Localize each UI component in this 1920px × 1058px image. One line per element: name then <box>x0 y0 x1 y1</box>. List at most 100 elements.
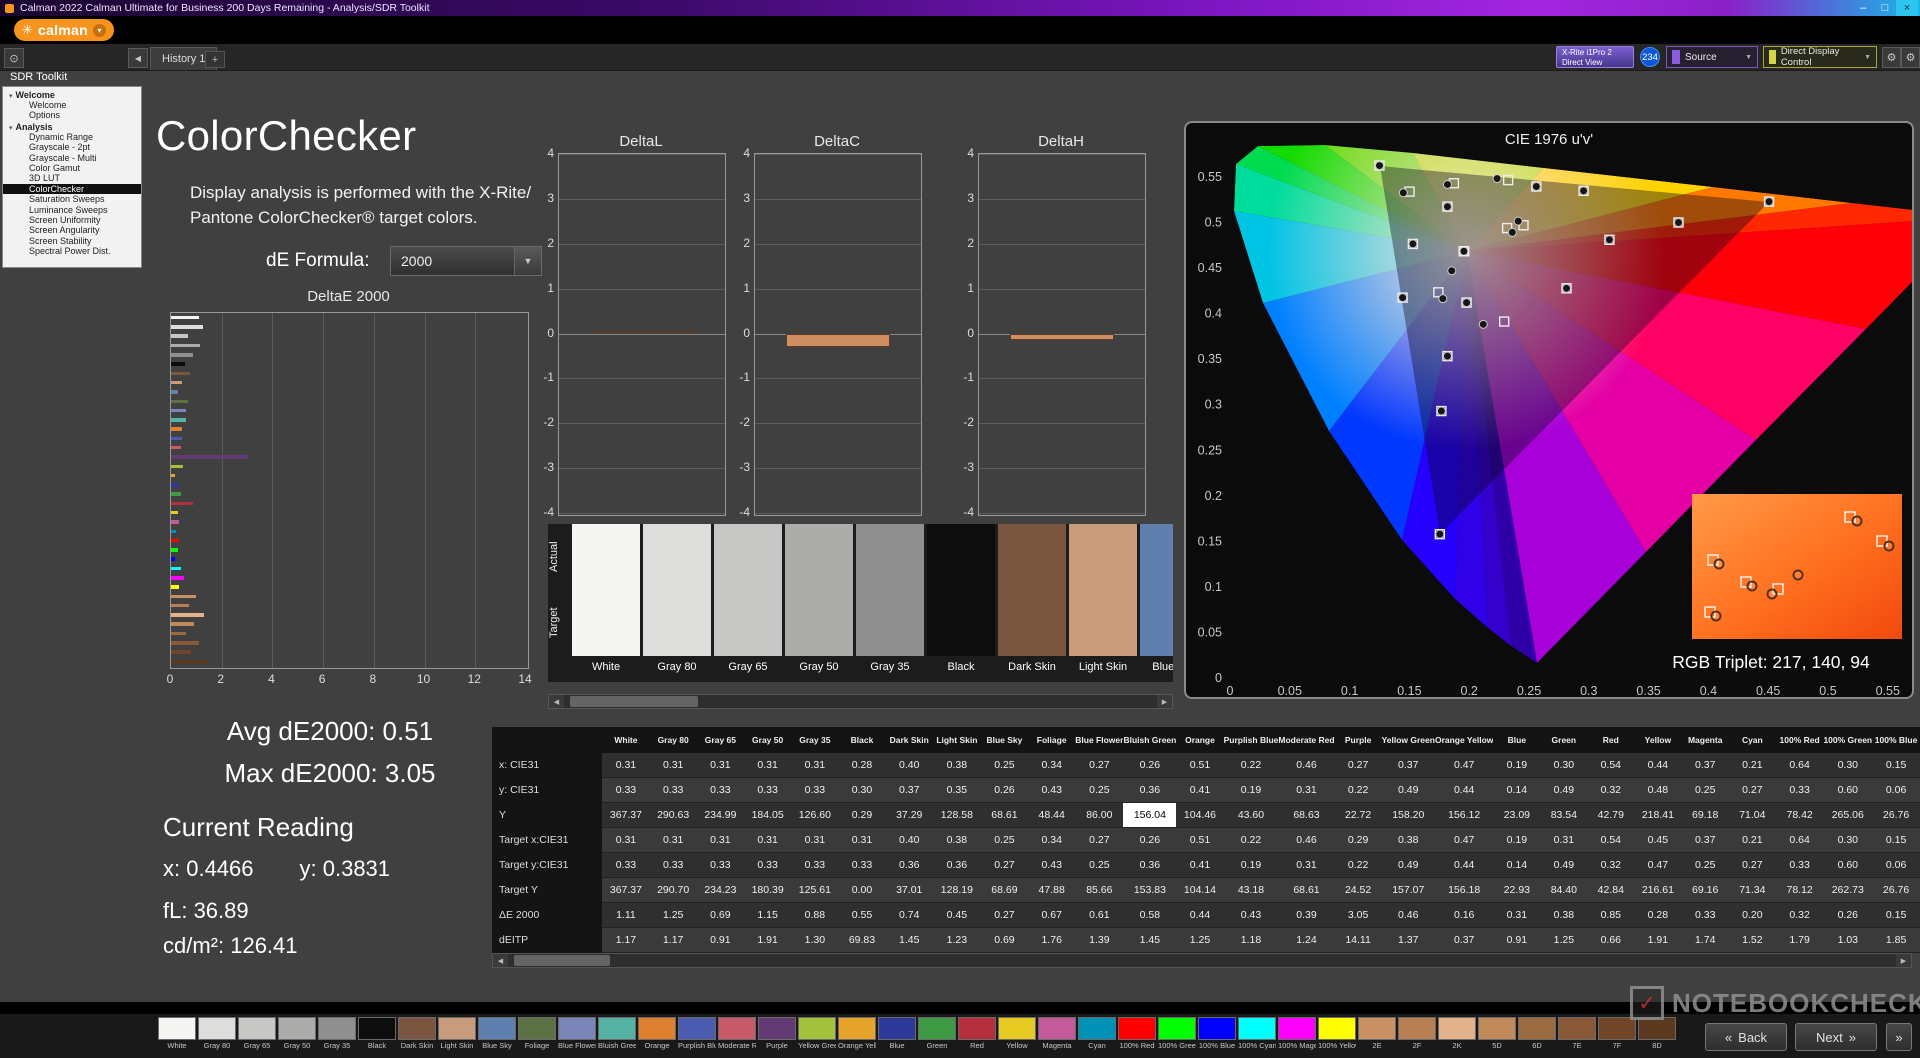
patch-button-100-cyan[interactable]: 100% Cyan <box>1238 1017 1276 1050</box>
swatch-gray-65[interactable]: Gray 65 <box>714 524 782 680</box>
patch-button-7f[interactable]: 7F <box>1598 1017 1636 1050</box>
settings-gear-icon[interactable]: ⚙ <box>1882 47 1901 68</box>
sidebar-collapse-icon[interactable]: ◀ <box>128 48 148 68</box>
swatch-scrollbar[interactable]: ◀ ▶ <box>548 694 1173 709</box>
tree-section-analysis[interactable]: ▾ Analysis <box>3 121 141 132</box>
patch-button-blue[interactable]: Blue <box>878 1017 916 1050</box>
back-button[interactable]: « Back <box>1705 1023 1787 1051</box>
scroll-left-icon[interactable]: ◀ <box>549 695 564 708</box>
tree-section-welcome[interactable]: ▾ Welcome <box>3 89 141 100</box>
patch-button-bluish-green[interactable]: Bluish Green <box>598 1017 636 1050</box>
swatch-white[interactable]: White <box>572 524 640 680</box>
sidebar-item-screen-angularity[interactable]: Screen Angularity <box>3 225 141 235</box>
patch-button-orange-yellow[interactable]: Orange Yellow <box>838 1017 876 1050</box>
patch-button-100-yellow[interactable]: 100% Yellow <box>1318 1017 1356 1050</box>
sidebar-item-3d-lut[interactable]: 3D LUT <box>3 173 141 183</box>
patch-button-gray-80[interactable]: Gray 80 <box>198 1017 236 1050</box>
sidebar-item-welcome[interactable]: Welcome <box>3 100 141 110</box>
deltal-y-axis: 4 3 2 1 0 -1 -2 -3 -4 <box>528 146 554 519</box>
patch-button-6d[interactable]: 6D <box>1518 1017 1556 1050</box>
patch-button-orange[interactable]: Orange <box>638 1017 676 1050</box>
patch-button-blue-flower[interactable]: Blue Flower <box>558 1017 596 1050</box>
column-header-dark-skin: Dark Skin <box>885 727 934 753</box>
scrollbar-thumb[interactable] <box>514 955 610 966</box>
patch-button-magenta[interactable]: Magenta <box>1038 1017 1076 1050</box>
workflow-gear-icon[interactable]: ⚙ <box>1901 47 1920 68</box>
patch-button-purple[interactable]: Purple <box>758 1017 796 1050</box>
table-cell: 0.25 <box>1681 777 1729 803</box>
close-button[interactable]: × <box>1896 0 1918 16</box>
scrollbar-thumb[interactable] <box>570 696 698 707</box>
more-button[interactable]: » <box>1886 1023 1912 1051</box>
patch-button-2f[interactable]: 2F <box>1398 1017 1436 1050</box>
patch-button-8d[interactable]: 8D <box>1638 1017 1676 1050</box>
patch-button-5d[interactable]: 5D <box>1478 1017 1516 1050</box>
table-cell: 1.52 <box>1728 927 1776 953</box>
patch-button-gray-65[interactable]: Gray 65 <box>238 1017 276 1050</box>
patch-button-white[interactable]: White <box>158 1017 196 1050</box>
swatch-dark-skin[interactable]: Dark Skin <box>998 524 1066 680</box>
patch-button-dark-skin[interactable]: Dark Skin <box>398 1017 436 1050</box>
sidebar-item-screen-stability[interactable]: Screen Stability <box>3 236 141 246</box>
maximize-button[interactable]: □ <box>1874 0 1896 16</box>
patch-button-purplish-blue[interactable]: Purplish Blue <box>678 1017 716 1050</box>
table-cell: 0.31 <box>791 827 839 853</box>
patch-button-yellow-green[interactable]: Yellow Green <box>798 1017 836 1050</box>
minimize-button[interactable]: – <box>1852 0 1874 16</box>
patch-button-moderate-red[interactable]: Moderate Red <box>718 1017 756 1050</box>
sidebar-item-saturation-sweeps[interactable]: Saturation Sweeps <box>3 194 141 204</box>
table-cell: 234.99 <box>696 802 745 828</box>
patch-button-100-blue[interactable]: 100% Blue <box>1198 1017 1236 1050</box>
swatch-gray-35[interactable]: Gray 35 <box>856 524 924 680</box>
de-formula-dropdown[interactable]: 2000 ▼ <box>390 246 542 276</box>
meter-selector-button[interactable]: X-Rite i1Pro 2 Direct View <box>1556 46 1634 68</box>
sidebar-item-grayscale-multi[interactable]: Grayscale - Multi <box>3 153 141 163</box>
patch-button-yellow[interactable]: Yellow <box>998 1017 1036 1050</box>
swatch-blue-sky[interactable]: Blue Sky <box>1140 524 1173 680</box>
patch-button-2k[interactable]: 2K <box>1438 1017 1476 1050</box>
sidebar-item-spectral-power-dist[interactable]: Spectral Power Dist. <box>3 246 141 256</box>
source-dropdown[interactable]: Source ▼ <box>1666 46 1758 68</box>
patch-button-100-magenta[interactable]: 100% Magenta <box>1278 1017 1316 1050</box>
y-tick-label: 2 <box>547 235 554 250</box>
sidebar-item-screen-uniformity[interactable]: Screen Uniformity <box>3 215 141 225</box>
patch-button-black[interactable]: Black <box>358 1017 396 1050</box>
patch-button-blue-sky[interactable]: Blue Sky <box>478 1017 516 1050</box>
session-target-icon[interactable]: ⊙ <box>4 48 24 68</box>
sidebar-item-luminance-sweeps[interactable]: Luminance Sweeps <box>3 205 141 215</box>
patch-button-100-green[interactable]: 100% Green <box>1158 1017 1196 1050</box>
next-button[interactable]: Next » <box>1795 1023 1877 1051</box>
patch-button-2e[interactable]: 2E <box>1358 1017 1396 1050</box>
add-tab-button[interactable]: + <box>205 51 225 68</box>
scroll-right-icon[interactable]: ▶ <box>1157 695 1172 708</box>
patch-button-red[interactable]: Red <box>958 1017 996 1050</box>
sidebar-item-options[interactable]: Options <box>3 110 141 120</box>
swatch-light-skin[interactable]: Light Skin <box>1069 524 1137 680</box>
svg-text:0.05: 0.05 <box>1198 625 1222 639</box>
patch-button-100-red[interactable]: 100% Red <box>1118 1017 1156 1050</box>
sidebar-item-dynamic-range[interactable]: Dynamic Range <box>3 132 141 142</box>
sidebar-item-colorchecker[interactable]: ColorChecker <box>3 183 141 195</box>
scrollbar-track[interactable] <box>508 954 1896 967</box>
swatch-gray-50[interactable]: Gray 50 <box>785 524 853 680</box>
scroll-right-icon[interactable]: ▶ <box>1896 954 1911 967</box>
patch-button-gray-35[interactable]: Gray 35 <box>318 1017 356 1050</box>
patch-button-green[interactable]: Green <box>918 1017 956 1050</box>
patch-button-light-skin[interactable]: Light Skin <box>438 1017 476 1050</box>
deltae-bar-2e <box>171 594 197 599</box>
patch-button-foliage[interactable]: Foliage <box>518 1017 556 1050</box>
scroll-left-icon[interactable]: ◀ <box>493 954 508 967</box>
sidebar-item-color-gamut[interactable]: Color Gamut <box>3 163 141 173</box>
scrollbar-track[interactable] <box>564 695 1157 708</box>
patch-button-7e[interactable]: 7E <box>1558 1017 1596 1050</box>
cie-title: CIE 1976 u'v' <box>1504 131 1594 148</box>
sidebar-item-grayscale-2pt[interactable]: Grayscale - 2pt <box>3 142 141 152</box>
calman-logo-button[interactable]: ✳ calman ▾ <box>14 19 114 41</box>
display-control-dropdown[interactable]: Direct Display Control ▼ <box>1763 46 1877 68</box>
patch-button-gray-50[interactable]: Gray 50 <box>278 1017 316 1050</box>
swatch-black[interactable]: Black <box>927 524 995 680</box>
patch-button-cyan[interactable]: Cyan <box>1078 1017 1116 1050</box>
table-scrollbar[interactable]: ◀ ▶ <box>492 953 1912 968</box>
swatch-gray-80[interactable]: Gray 80 <box>643 524 711 680</box>
table-cell: 290.70 <box>649 877 697 903</box>
